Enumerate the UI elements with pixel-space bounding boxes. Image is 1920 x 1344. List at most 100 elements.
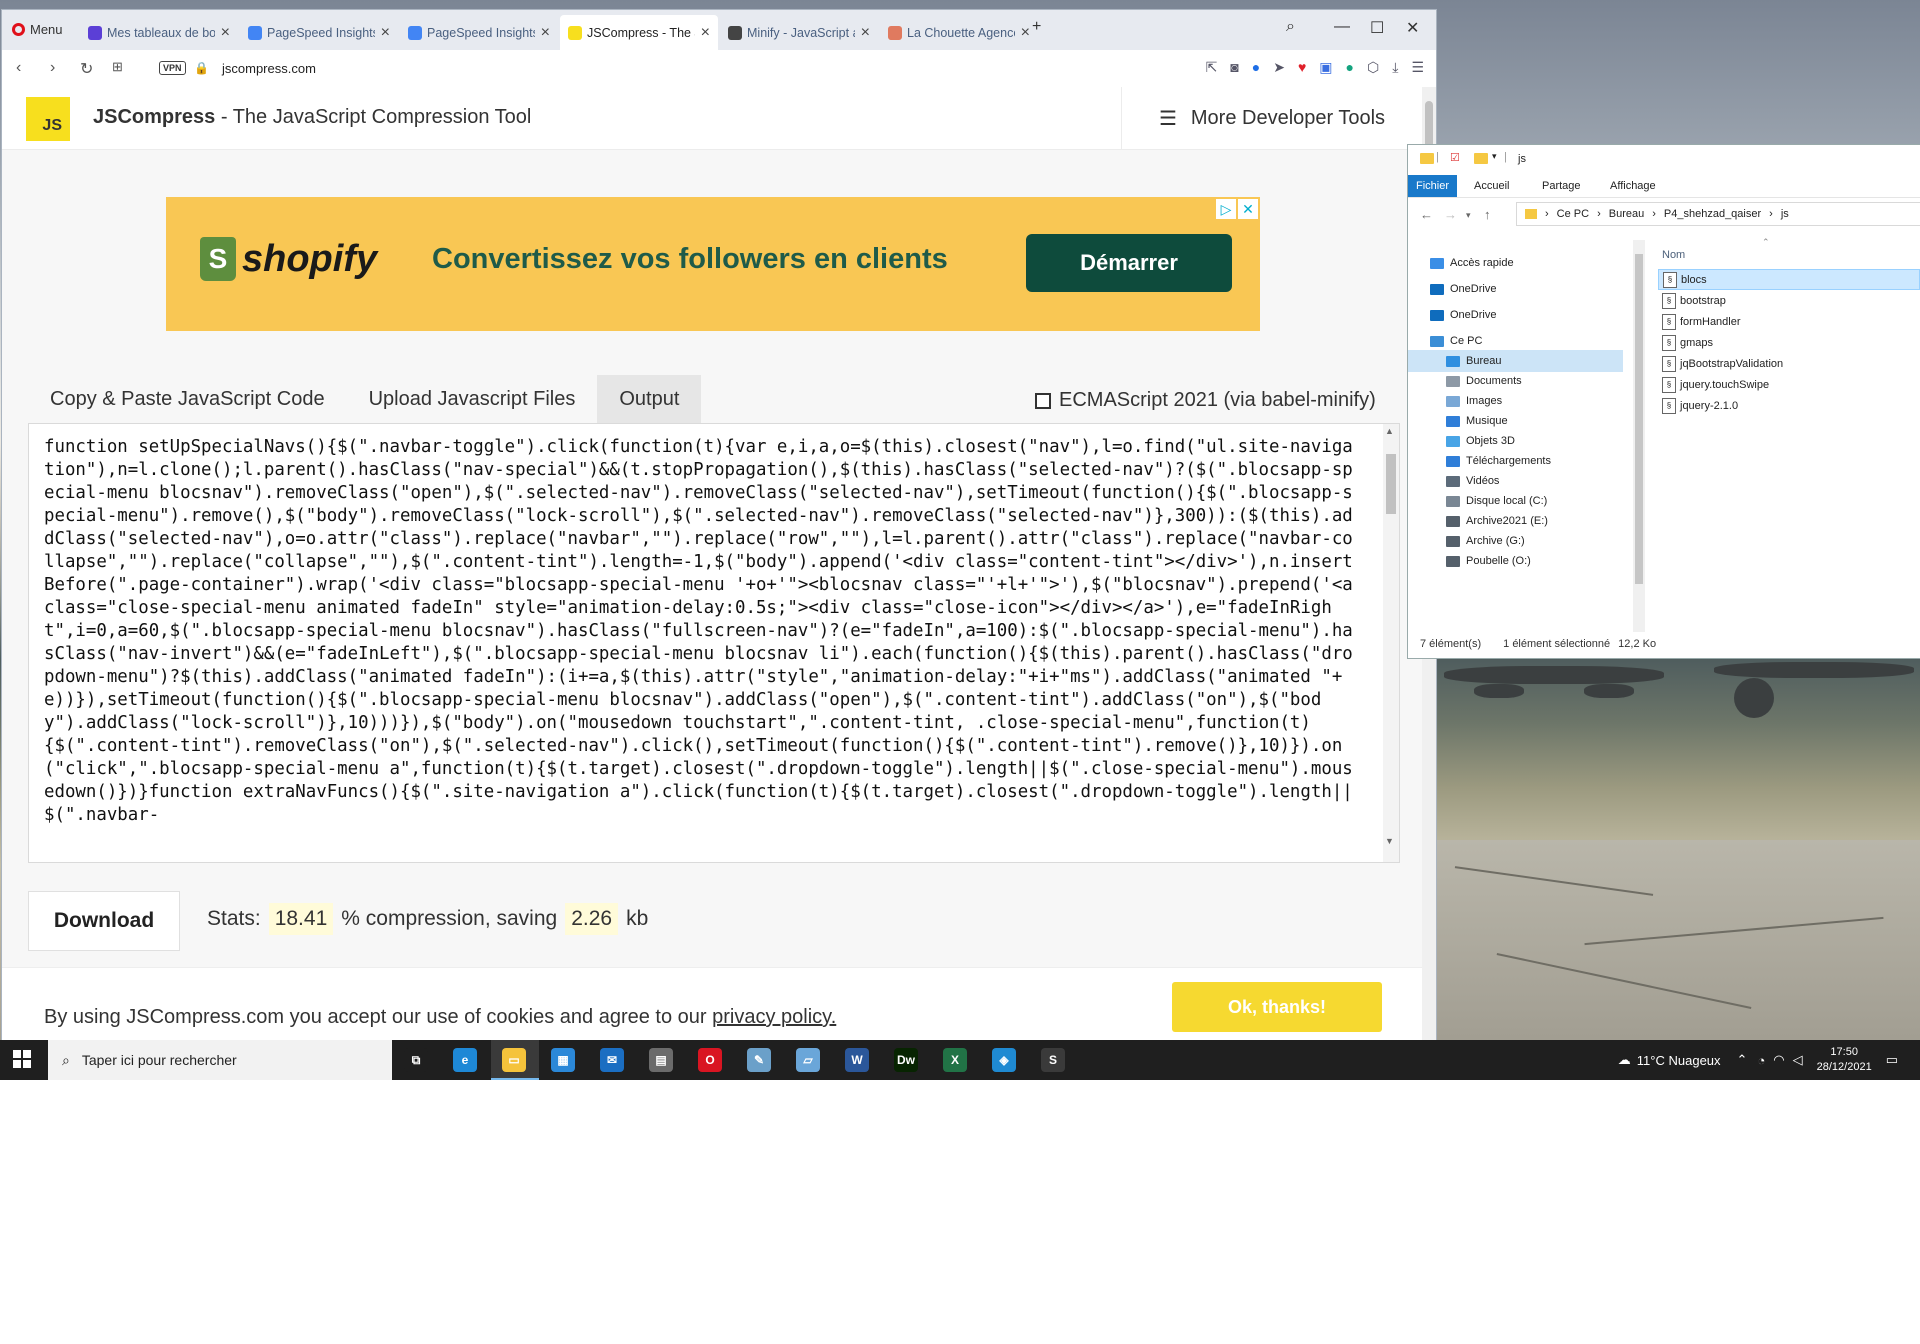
download-button[interactable]: Download — [28, 891, 180, 951]
word-icon[interactable]: W — [845, 1048, 869, 1072]
up-arrow-icon[interactable]: ↑ — [1484, 207, 1491, 222]
path-segment[interactable]: Bureau — [1609, 208, 1644, 220]
nav-item[interactable]: Ce PC — [1408, 330, 1623, 352]
tab-close-icon[interactable]: × — [221, 24, 230, 42]
tab-close-icon[interactable]: × — [861, 24, 870, 42]
properties-icon[interactable]: ☑ — [1450, 151, 1460, 164]
tabs-grid-icon[interactable]: ⊞ — [112, 59, 123, 75]
download-icon[interactable]: ⤓ — [1392, 59, 1398, 76]
nav-item[interactable]: Archive (G:) — [1408, 530, 1623, 552]
nav-scrollbar[interactable] — [1633, 240, 1645, 632]
browser-tab[interactable]: JSCompress - The JavaScr × — [560, 15, 718, 50]
lock-icon[interactable]: 🔒 — [194, 61, 209, 75]
nav-item[interactable]: Bureau — [1408, 350, 1623, 372]
browser-tab[interactable]: Minify - JavaScript and CS × — [720, 15, 878, 50]
tab-upload-files[interactable]: Upload Javascript Files — [347, 375, 598, 423]
nav-item[interactable]: Disque local (C:) — [1408, 490, 1623, 512]
close-window-button[interactable]: ✕ — [1406, 18, 1419, 38]
dreamweaver-icon[interactable]: Dw — [894, 1048, 918, 1072]
ad-close-icon[interactable]: ✕ — [1238, 199, 1258, 219]
scroll-down-arrow-icon[interactable]: ▼ — [1385, 836, 1394, 846]
tab-copy-paste[interactable]: Copy & Paste JavaScript Code — [28, 375, 347, 423]
ribbon-tab-accueil[interactable]: Accueil — [1466, 175, 1517, 197]
scroll-up-arrow-icon[interactable]: ▲ — [1385, 426, 1394, 436]
js-logo[interactable]: JS — [26, 97, 70, 141]
ecmascript-checkbox[interactable] — [1035, 392, 1051, 409]
sublime-icon[interactable]: S — [1041, 1048, 1065, 1072]
shield-icon[interactable]: ● — [1252, 59, 1260, 76]
nav-item[interactable]: Images — [1408, 390, 1623, 412]
clock[interactable]: 17:50 28/12/2021 — [1817, 1045, 1872, 1075]
translate-icon[interactable]: ▣ — [1319, 59, 1332, 76]
send-icon[interactable]: ➤ — [1273, 59, 1285, 76]
file-item[interactable]: § blocs — [1658, 269, 1920, 290]
tab-close-icon[interactable]: × — [381, 24, 390, 42]
calculator-icon[interactable]: ▤ — [649, 1048, 673, 1072]
output-code-text[interactable]: function setUpSpecialNavs(){$(".navbar-t… — [29, 424, 1399, 827]
browser-tab[interactable]: La Chouette Agence - Ent × — [880, 15, 1038, 50]
file-item[interactable]: § bootstrap — [1658, 290, 1920, 311]
file-explorer-icon[interactable]: ▭ — [502, 1048, 526, 1072]
tab-close-icon[interactable]: × — [701, 24, 710, 42]
forward-arrow-icon[interactable]: → — [1444, 207, 1457, 222]
nav-item[interactable]: OneDrive — [1408, 304, 1623, 326]
nav-item[interactable]: Archive2021 (E:) — [1408, 510, 1623, 532]
camera-icon[interactable]: ◙ — [1230, 59, 1238, 76]
volume-icon[interactable]: ◁ — [1793, 1052, 1803, 1068]
share-icon[interactable]: ⇱ — [1206, 59, 1218, 76]
adchoices-icon[interactable]: ▷ — [1216, 199, 1236, 219]
paint-icon[interactable]: ✎ — [747, 1048, 771, 1072]
browser-tab[interactable]: PageSpeed Insights × — [400, 15, 558, 50]
code-scrollbar-thumb[interactable] — [1386, 454, 1396, 514]
ribbon-tab-partage[interactable]: Partage — [1534, 175, 1589, 197]
cube-icon[interactable]: ⬡ — [1367, 59, 1379, 76]
weather-icon[interactable]: ☁ — [1618, 1052, 1631, 1068]
chevron-up-icon[interactable]: ⌃ — [1737, 1052, 1748, 1068]
store-icon[interactable]: ▦ — [551, 1048, 575, 1072]
wifi-icon[interactable]: ◠ — [1773, 1052, 1784, 1068]
network-icon[interactable]: ◔ — [1757, 1053, 1765, 1068]
heart-icon[interactable]: ♥ — [1298, 59, 1306, 76]
url-field[interactable]: jscompress.com — [222, 61, 316, 76]
path-segment[interactable]: js — [1781, 208, 1789, 220]
file-item[interactable]: § jquery-2.1.0 — [1658, 395, 1920, 416]
file-item[interactable]: § gmaps — [1658, 332, 1920, 353]
nav-item[interactable]: Téléchargements — [1408, 450, 1623, 472]
cookie-accept-button[interactable]: Ok, thanks! — [1172, 982, 1382, 1032]
nav-item[interactable]: Objets 3D — [1408, 430, 1623, 452]
explorer-path-bar[interactable]: › Ce PC › Bureau › P4_shehzad_qaiser › j… — [1516, 202, 1920, 226]
nav-item[interactable]: Poubelle (O:) — [1408, 550, 1623, 572]
privacy-policy-link[interactable]: privacy policy. — [712, 1006, 836, 1028]
vpn-badge[interactable]: VPN — [159, 61, 186, 75]
output-code-textarea[interactable]: function setUpSpecialNavs(){$(".navbar-t… — [28, 423, 1400, 863]
nav-item[interactable]: Accès rapide — [1408, 252, 1623, 274]
ribbon-tab-affichage[interactable]: Affichage — [1602, 175, 1664, 197]
nav-item[interactable]: Vidéos — [1408, 470, 1623, 492]
opera-icon[interactable]: O — [698, 1048, 722, 1072]
tab-output[interactable]: Output — [597, 375, 702, 423]
ecmascript-option[interactable]: ECMAScript 2021 (via babel-minify) — [1035, 389, 1376, 412]
reload-icon[interactable]: ↻ — [80, 59, 93, 79]
nav-item[interactable]: OneDrive — [1408, 278, 1623, 300]
shopify-ad-banner[interactable]: S shopify Convertissez vos followers en … — [166, 197, 1260, 331]
easy-setup-icon[interactable]: ☰ — [1411, 59, 1424, 76]
column-header-name[interactable]: Nom — [1662, 249, 1685, 261]
notepad-icon[interactable]: ▱ — [796, 1048, 820, 1072]
mail-icon[interactable]: ✉ — [600, 1048, 624, 1072]
file-item[interactable]: § jquery.touchSwipe — [1658, 374, 1920, 395]
nav-scrollbar-thumb[interactable] — [1635, 254, 1643, 584]
new-tab-button[interactable]: + — [1032, 18, 1041, 36]
ad-cta-button[interactable]: Démarrer — [1026, 234, 1232, 292]
forward-icon[interactable]: › — [50, 59, 55, 77]
file-item[interactable]: § formHandler — [1658, 311, 1920, 332]
ribbon-tab-fichier[interactable]: Fichier — [1408, 175, 1458, 197]
recent-dropdown-icon[interactable]: ▾ — [1466, 210, 1471, 221]
minimize-button[interactable]: — — [1334, 18, 1350, 36]
edge-icon[interactable]: e — [453, 1048, 477, 1072]
task-view-icon[interactable]: ⧉ — [404, 1048, 428, 1072]
file-item[interactable]: § jqBootstrapValidation — [1658, 353, 1920, 374]
maximize-button[interactable]: ☐ — [1370, 18, 1384, 38]
new-folder-icon[interactable] — [1474, 153, 1488, 164]
taskbar-search-box[interactable]: ⌕ Taper ici pour rechercher — [48, 1040, 392, 1080]
start-button[interactable] — [13, 1050, 31, 1073]
